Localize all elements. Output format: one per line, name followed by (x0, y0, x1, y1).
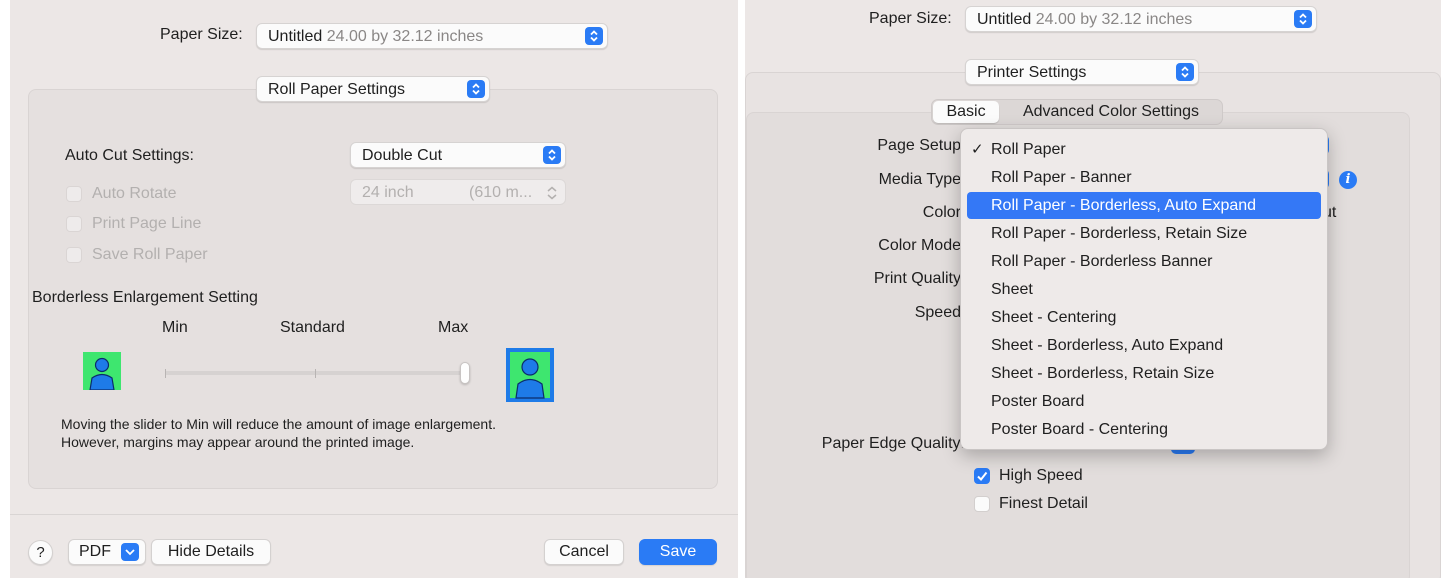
menu-item-label: Roll Paper - Borderless, Auto Expand (991, 197, 1257, 214)
menu-item-label: Sheet - Centering (991, 309, 1117, 326)
slider-tick-standard (315, 369, 316, 378)
auto-cut-value: Double Cut (362, 147, 443, 164)
save-roll-paper-label: Save Roll Paper (92, 246, 208, 263)
menu-item[interactable]: Sheet - Borderless, Retain Size (967, 360, 1321, 387)
print-quality-label: Print Quality (873, 270, 961, 287)
menu-item-label: Sheet - Borderless, Auto Expand (991, 337, 1224, 354)
left-print-dialog: Paper Size: Untitled 24.00 by 32.12 inch… (10, 0, 738, 578)
save-roll-paper-checkbox[interactable] (66, 247, 82, 263)
paper-size-popup[interactable]: Untitled 24.00 by 32.12 inches (256, 23, 608, 49)
disabled-stepper-icon (545, 184, 559, 207)
help-glyph: ? (36, 544, 45, 561)
auto-cut-popup[interactable]: Double Cut (350, 142, 566, 168)
checkmark-icon: ✓ (971, 141, 984, 158)
speed-label: Speed (914, 304, 961, 321)
popup-stepper-icon (585, 27, 603, 45)
paper-size-label: Paper Size: (869, 10, 952, 27)
save-button[interactable]: Save (639, 539, 717, 565)
hide-details-button[interactable]: Hide Details (151, 539, 271, 565)
checkmark-icon (977, 471, 988, 482)
slider-thumb[interactable] (460, 362, 470, 384)
color-label: Color (922, 204, 961, 221)
note-line-1: Moving the slider to Min will reduce the… (61, 416, 496, 432)
section-select-value: Printer Settings (977, 64, 1087, 81)
menu-item[interactable]: ✓ Roll Paper (967, 136, 1321, 163)
menu-item[interactable]: Poster Board (967, 388, 1321, 415)
slider-min-label: Min (162, 319, 188, 336)
tab-basic[interactable]: Basic (933, 101, 999, 123)
paper-size-dims: 24.00 by 32.12 inches (326, 28, 484, 45)
cancel-button[interactable]: Cancel (544, 539, 624, 565)
page-setup-menu: ✓ Roll Paper Roll Paper - Banner Roll Paper… (960, 128, 1328, 450)
right-print-dialog: Paper Size: Untitled 24.00 by 32.12 inch… (745, 0, 1441, 578)
print-page-line-label: Print Page Line (92, 215, 202, 232)
menu-item[interactable]: Roll Paper - Banner (967, 164, 1321, 191)
auto-rotate-checkbox[interactable] (66, 186, 82, 202)
paper-size-name: Untitled (977, 11, 1032, 28)
paper-size-popup[interactable]: Untitled 24.00 by 32.12 inches (965, 6, 1317, 32)
high-speed-checkbox[interactable] (974, 468, 990, 484)
popup-stepper-icon (543, 146, 561, 164)
menu-item[interactable]: Roll Paper - Borderless, Auto Expand (967, 192, 1321, 219)
section-select-value: Roll Paper Settings (268, 81, 405, 98)
menu-item-label: Sheet (991, 281, 1033, 298)
note-line-2: However, margins may appear around the p… (61, 434, 415, 450)
high-speed-label: High Speed (999, 467, 1083, 484)
menu-item-label: Roll Paper - Banner (991, 169, 1132, 186)
roll-width-mm: (610 m... (469, 184, 533, 201)
enlargement-slider[interactable] (165, 362, 470, 384)
menu-item[interactable]: Roll Paper - Borderless Banner (967, 248, 1321, 275)
paper-size-name: Untitled (268, 28, 323, 45)
tab-bar: Basic Advanced Color Settings (931, 99, 1223, 125)
paper-edge-quality-label: Paper Edge Quality: (821, 435, 965, 452)
media-type-label: Media Type (878, 171, 961, 188)
pdf-label: PDF (79, 543, 111, 560)
menu-item-label: Sheet - Borderless, Retain Size (991, 365, 1215, 382)
small-enlargement-icon (83, 352, 121, 395)
info-icon[interactable]: i (1339, 171, 1357, 189)
popup-stepper-icon (1176, 63, 1194, 81)
borderless-heading: Borderless Enlargement Setting (32, 289, 258, 306)
menu-item[interactable]: Sheet (967, 276, 1321, 303)
print-page-line-checkbox[interactable] (66, 216, 82, 232)
menu-item[interactable]: Poster Board - Centering (967, 416, 1321, 443)
large-enlargement-icon (506, 348, 554, 407)
section-select-popup[interactable]: Roll Paper Settings (256, 76, 490, 102)
tab-basic-label: Basic (946, 103, 986, 120)
slider-tick-min (165, 369, 166, 378)
chevron-down-icon (121, 543, 139, 561)
paper-size-label: Paper Size: (160, 26, 243, 43)
menu-item-label: Roll Paper - Borderless Banner (991, 253, 1213, 270)
page-setup-label: Page Setup (877, 137, 961, 154)
finest-detail-label: Finest Detail (999, 495, 1088, 512)
pdf-menu-button[interactable]: PDF (68, 539, 146, 565)
menu-item[interactable]: Sheet - Centering (967, 304, 1321, 331)
roll-width-value: 24 inch (362, 184, 414, 201)
hide-details-label: Hide Details (167, 543, 255, 560)
paper-size-dims: 24.00 by 32.12 inches (1035, 11, 1193, 28)
finest-detail-checkbox[interactable] (974, 496, 990, 512)
menu-item[interactable]: Sheet - Borderless, Auto Expand (967, 332, 1321, 359)
auto-rotate-label: Auto Rotate (92, 185, 177, 202)
tab-advanced-color[interactable]: Advanced Color Settings (1002, 101, 1220, 123)
cancel-label: Cancel (559, 543, 609, 560)
help-button[interactable]: ? (28, 540, 53, 565)
info-glyph: i (1345, 172, 1351, 187)
section-select-popup[interactable]: Printer Settings (965, 59, 1199, 85)
menu-item-label: Poster Board - Centering (991, 421, 1168, 438)
tab-advanced-color-label: Advanced Color Settings (1022, 103, 1200, 120)
menu-item[interactable]: Roll Paper - Borderless, Retain Size (967, 220, 1321, 247)
roll-width-popup[interactable]: 24 inch (610 m... (350, 179, 566, 205)
popup-stepper-icon (467, 80, 485, 98)
color-mode-label: Color Mode (878, 237, 961, 254)
menu-item-label: Roll Paper - Borderless, Retain Size (991, 225, 1248, 242)
auto-cut-label: Auto Cut Settings: (65, 147, 194, 164)
menu-item-label: Poster Board (991, 393, 1085, 410)
popup-stepper-icon (1294, 10, 1312, 28)
footer-divider (10, 514, 738, 515)
menu-item-label: Roll Paper (991, 141, 1066, 158)
slider-max-label: Max (438, 319, 469, 336)
slider-standard-label: Standard (280, 319, 345, 336)
save-label: Save (659, 543, 697, 560)
